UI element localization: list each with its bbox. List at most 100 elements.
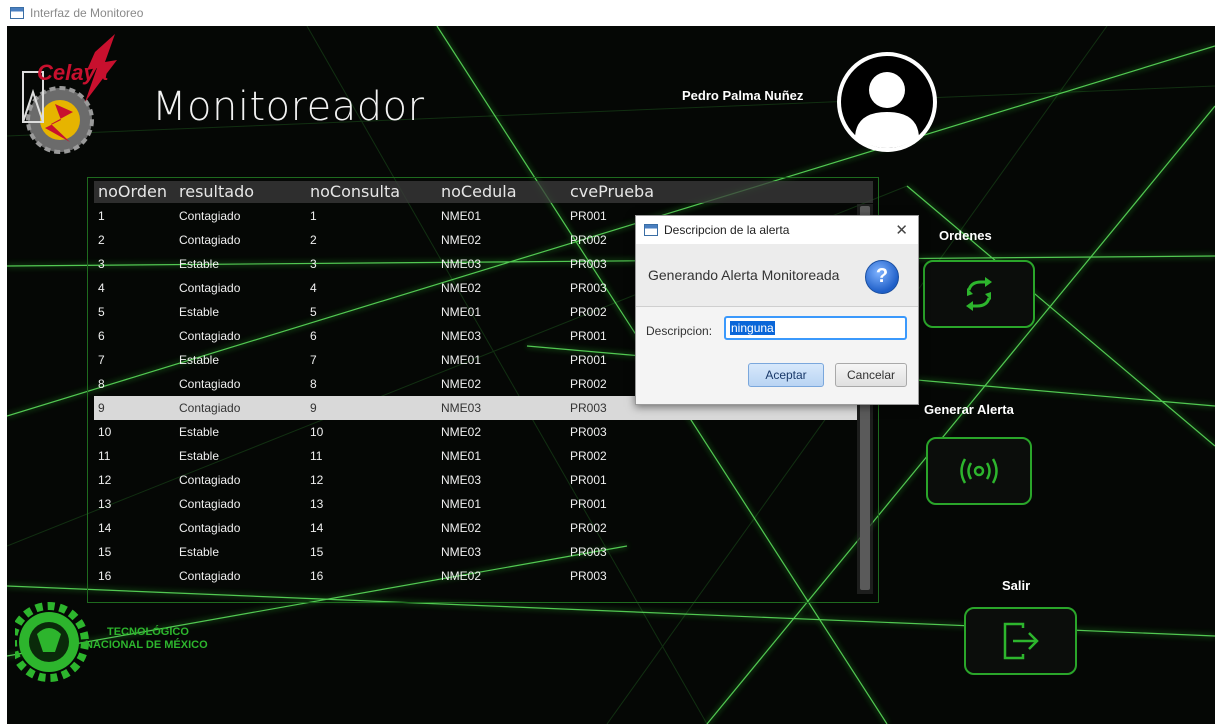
cell-nocedula: NME03 [441,329,482,343]
cell-cveprueba: PR001 [570,497,607,511]
accept-button[interactable]: Aceptar [748,363,824,387]
cell-noorden: 3 [98,257,105,271]
cell-cveprueba: PR003 [570,425,607,439]
alert-dialog: Descripcion de la alerta ✕ Generando Ale… [635,215,919,405]
table-row[interactable]: 12 Contagiado 12 NME03 PR001 [94,468,857,492]
cell-nocedula: NME01 [441,497,482,511]
cell-nocedula: NME01 [441,449,482,463]
cell-nocedula: NME02 [441,521,482,535]
dialog-header-text: Generando Alerta Monitoreada [648,267,840,283]
broadcast-icon [960,458,998,484]
salir-button[interactable] [964,607,1077,675]
main-stage: Celaya Monitoreador Pedro Palma Nuñez no… [7,26,1215,724]
question-icon: ? [865,260,899,294]
cell-noorden: 2 [98,233,105,247]
cell-nocedula: NME02 [441,377,482,391]
cell-nocedula: NME01 [441,209,482,223]
cell-noorden: 1 [98,209,105,223]
cell-nocedula: NME01 [441,353,482,367]
cell-noorden: 14 [98,521,112,535]
cell-resultado: Estable [179,353,220,367]
cell-nocedula: NME03 [441,401,482,415]
dialog-body: Descripcion: ninguna Aceptar Cancelar [636,307,918,407]
cell-nocedula: NME02 [441,569,482,583]
cell-noorden: 15 [98,545,112,559]
cell-nocedula: NME02 [441,233,482,247]
cell-noorden: 16 [98,569,112,583]
ordenes-label: Ordenes [939,228,992,243]
cell-resultado: Contagiado [179,377,241,391]
cell-cveprueba: PR003 [570,545,607,559]
table-row[interactable]: 15 Estable 15 NME03 PR003 [94,540,857,564]
cell-cveprueba: PR002 [570,449,607,463]
refresh-icon [966,277,992,311]
cell-resultado: Contagiado [179,473,241,487]
cell-cveprueba: PR002 [570,521,607,535]
cell-noorden: 8 [98,377,105,391]
cancel-button[interactable]: Cancelar [835,363,907,387]
cell-noconsulta: 7 [310,353,317,367]
dialog-title: Descripcion de la alerta [664,223,790,237]
tecnm-line2: NACIONAL DE MÉXICO [85,639,208,651]
table-row[interactable]: 14 Contagiado 14 NME02 PR002 [94,516,857,540]
table-header: noOrden resultado noConsulta noCedula cv… [94,181,873,203]
column-header-noorden[interactable]: noOrden [94,181,179,203]
cell-resultado: Contagiado [179,329,241,343]
cell-noconsulta: 4 [310,281,317,295]
table-row[interactable]: 13 Contagiado 13 NME01 PR001 [94,492,857,516]
cell-noconsulta: 16 [310,569,324,583]
cell-nocedula: NME01 [441,305,482,319]
description-label: Descripcion: [646,324,713,338]
cell-noconsulta: 2 [310,233,317,247]
cell-noorden: 6 [98,329,105,343]
description-input[interactable]: ninguna [724,316,907,340]
table-row[interactable]: 11 Estable 11 NME01 PR002 [94,444,857,468]
cell-noconsulta: 14 [310,521,324,535]
cell-noorden: 10 [98,425,112,439]
cell-nocedula: NME02 [441,281,482,295]
cell-noorden: 4 [98,281,105,295]
cell-noorden: 9 [98,401,105,415]
column-header-nocedula[interactable]: noCedula [441,181,570,203]
dialog-titlebar[interactable]: Descripcion de la alerta ✕ [636,216,918,244]
window-title: Interfaz de Monitoreo [30,6,144,20]
cell-noconsulta: 8 [310,377,317,391]
generar-alerta-button[interactable] [926,437,1032,505]
window-titlebar: Interfaz de Monitoreo [0,0,1215,26]
cell-resultado: Contagiado [179,281,241,295]
cell-noconsulta: 10 [310,425,324,439]
ordenes-button[interactable] [923,260,1035,328]
cell-noorden: 7 [98,353,105,367]
cell-resultado: Estable [179,305,220,319]
cell-cveprueba: PR003 [570,569,607,583]
user-name: Pedro Palma Nuñez [682,88,804,103]
cell-resultado: Contagiado [179,209,241,223]
tecnm-line1: TECNOLÓGICO [107,626,189,638]
page-title: Monitoreador [152,84,425,130]
cell-resultado: Contagiado [179,521,241,535]
cell-noorden: 11 [98,449,111,463]
cell-resultado: Contagiado [179,401,241,415]
column-header-resultado[interactable]: resultado [179,181,310,203]
cell-noconsulta: 13 [310,497,324,511]
cell-resultado: Estable [179,425,220,439]
cell-cveprueba: PR001 [570,473,607,487]
close-icon[interactable]: ✕ [895,221,908,239]
cell-resultado: Estable [179,257,220,271]
cell-nocedula: NME02 [441,425,482,439]
description-value: ninguna [730,321,775,335]
exit-icon [1003,622,1039,660]
salir-label: Salir [1002,578,1031,593]
cell-noconsulta: 5 [310,305,317,319]
window-icon [10,7,24,19]
cell-nocedula: NME03 [441,545,482,559]
table-row[interactable]: 10 Estable 10 NME02 PR003 [94,420,857,444]
cell-noconsulta: 9 [310,401,317,415]
column-header-cveprueba[interactable]: cvePrueba [570,181,690,203]
table-row[interactable]: 16 Contagiado 16 NME02 PR003 [94,564,857,588]
cell-noconsulta: 11 [310,449,323,463]
celaya-logo: Celaya [22,34,117,154]
column-header-noconsulta[interactable]: noConsulta [310,181,441,203]
cell-resultado: Contagiado [179,569,241,583]
dialog-header: Generando Alerta Monitoreada ? [636,244,918,307]
